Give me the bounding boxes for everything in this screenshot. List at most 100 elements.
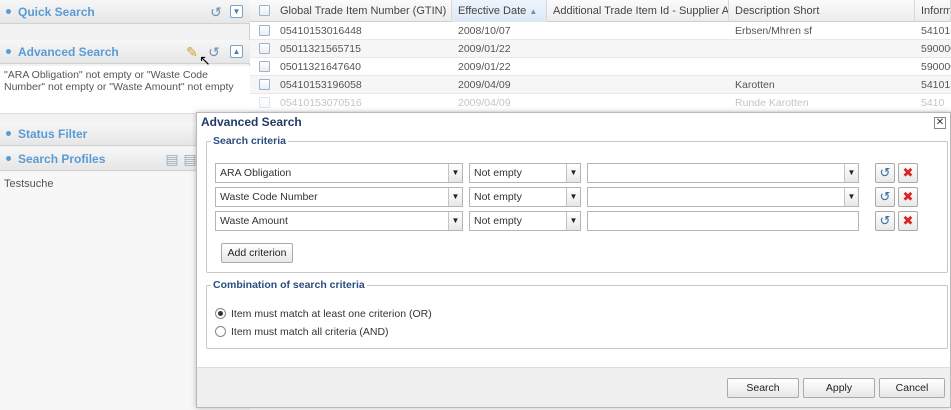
bullet-icon xyxy=(6,131,11,136)
criterion-row: Waste Code Number ▼ Not empty ▼ ▼ xyxy=(215,187,895,207)
radio-unselected[interactable] xyxy=(215,326,226,337)
row-checkbox[interactable] xyxy=(259,25,270,36)
selected-value: Not empty xyxy=(474,167,522,179)
cell-date: 2009/01/22 xyxy=(458,61,511,73)
table-row[interactable]: 05410153016448 2008/10/07 Erbsen/Mhren s… xyxy=(250,22,951,40)
table-row[interactable]: 05410153196058 2009/04/09 Karotten 54101… xyxy=(250,76,951,94)
apply-button[interactable]: Apply xyxy=(803,378,875,398)
criterion-operator-select[interactable]: Not empty ▼ xyxy=(469,187,581,207)
bullet-icon xyxy=(6,49,11,54)
chevron-down-icon: ▼ xyxy=(566,188,580,206)
chevron-down-icon: ▼ xyxy=(448,212,462,230)
cell-info: 5410 xyxy=(921,97,945,109)
delete-criterion-button[interactable]: ✖ xyxy=(898,187,918,207)
add-criterion-button[interactable]: Add criterion xyxy=(221,243,293,263)
close-icon[interactable]: ✕ xyxy=(934,117,946,129)
table-row[interactable]: 05011321565715 2009/01/22 590000 xyxy=(250,40,951,58)
collapse-toggle-icon[interactable]: ▲ xyxy=(230,45,243,58)
cell-date: 2008/10/07 xyxy=(458,25,511,37)
column-header-additional-id[interactable]: Additional Trade Item Id - Supplier A... xyxy=(547,0,729,22)
table-row[interactable]: 05011321647640 2009/01/22 590000 xyxy=(250,58,951,76)
cell-gtin: 05410153070516 xyxy=(280,97,362,109)
table-row[interactable]: 05410153070516 2009/04/09 Runde Karotten… xyxy=(250,94,951,112)
delete-criterion-button[interactable]: ✖ xyxy=(898,211,918,231)
search-criteria-group: Search criteria ARA Obligation ▼ Not empt… xyxy=(206,135,948,273)
reset-criterion-button[interactable]: ↺ xyxy=(875,211,895,231)
combination-group: Combination of search criteria Item must… xyxy=(206,279,948,349)
cell-date: 2009/04/09 xyxy=(458,97,511,109)
delete-x-icon: ✖ xyxy=(902,213,914,228)
criterion-field-select[interactable]: Waste Amount ▼ xyxy=(215,211,463,231)
row-checkbox[interactable] xyxy=(259,97,270,108)
chevron-down-icon: ▼ xyxy=(448,188,462,206)
chevron-down-icon: ▼ xyxy=(566,164,580,182)
bullet-icon xyxy=(6,9,11,14)
criterion-field-select[interactable]: ARA Obligation ▼ xyxy=(215,163,463,183)
dialog-footer: Search Apply Cancel xyxy=(197,367,950,407)
criterion-field-select[interactable]: Waste Code Number ▼ xyxy=(215,187,463,207)
cell-date: 2009/04/09 xyxy=(458,79,511,91)
row-checkbox[interactable] xyxy=(259,79,270,90)
radio-selected[interactable] xyxy=(215,308,226,319)
column-header-gtin[interactable]: Global Trade Item Number (GTIN) xyxy=(274,0,452,22)
chevron-down-icon: ▼ xyxy=(844,188,858,206)
cell-info: 590000 xyxy=(921,43,951,55)
column-header-information[interactable]: Informa xyxy=(915,0,951,22)
column-label: Effective Date xyxy=(458,5,527,17)
sort-ascending-icon: ▲ xyxy=(529,7,538,16)
reset-criterion-button[interactable]: ↺ xyxy=(875,163,895,183)
cell-description: Karotten xyxy=(735,79,775,91)
radio-label: Item must match at least one criterion (… xyxy=(231,308,432,320)
status-filter-title: Status Filter xyxy=(18,127,88,141)
delete-x-icon: ✖ xyxy=(902,165,914,180)
reset-icon: ↺ xyxy=(879,213,891,228)
cell-description: Erbsen/Mhren sf xyxy=(735,25,813,37)
quick-search-title: Quick Search xyxy=(18,5,95,19)
criterion-row: Waste Amount ▼ Not empty ▼ xyxy=(215,211,895,231)
row-checkbox[interactable] xyxy=(259,43,270,54)
search-criteria-legend: Search criteria xyxy=(213,135,286,147)
selected-value: Not empty xyxy=(474,191,522,203)
cell-gtin: 05410153196058 xyxy=(280,79,362,91)
collapse-toggle-icon[interactable]: ▼ xyxy=(230,5,243,18)
cell-description xyxy=(729,58,915,76)
radio-label: Item must match all criteria (AND) xyxy=(231,326,389,338)
column-header-effective-date[interactable]: Effective Date ▲ xyxy=(452,0,547,22)
edit-pencil-icon[interactable]: ✎ xyxy=(184,44,200,60)
column-header-description[interactable]: Description Short xyxy=(729,0,915,22)
selected-value: Waste Amount xyxy=(220,215,288,227)
reset-icon[interactable]: ↺ xyxy=(208,4,224,20)
selected-value: ARA Obligation xyxy=(220,167,292,179)
reset-icon: ↺ xyxy=(879,189,891,204)
cell-date: 2009/01/22 xyxy=(458,43,511,55)
reset-icon: ↺ xyxy=(879,165,891,180)
criterion-value-input[interactable] xyxy=(587,211,859,231)
cell-description xyxy=(729,40,915,58)
cell-info: 541015 xyxy=(921,25,951,37)
criterion-value-select[interactable]: ▼ xyxy=(587,163,859,183)
advanced-search-title: Advanced Search xyxy=(18,45,119,59)
save-icon[interactable]: ▤ xyxy=(164,151,180,167)
dialog-title: Advanced Search xyxy=(201,115,302,129)
advanced-search-summary: "ARA Obligation" not empty or "Waste Cod… xyxy=(0,66,250,114)
selected-value: Waste Code Number xyxy=(220,191,318,203)
search-button[interactable]: Search xyxy=(727,378,799,398)
chevron-down-icon: ▼ xyxy=(844,164,858,182)
criterion-operator-select[interactable]: Not empty ▼ xyxy=(469,163,581,183)
delete-criterion-button[interactable]: ✖ xyxy=(898,163,918,183)
mouse-cursor-icon: ↖ xyxy=(199,52,211,68)
search-profiles-title: Search Profiles xyxy=(18,152,106,166)
combination-legend: Combination of search criteria xyxy=(213,279,365,291)
cell-description: Runde Karotten xyxy=(735,97,809,109)
criterion-operator-select[interactable]: Not empty ▼ xyxy=(469,211,581,231)
select-all-checkbox[interactable] xyxy=(259,5,270,16)
advanced-search-header[interactable]: Advanced Search ✎ ↺ ▲ xyxy=(0,40,250,64)
row-checkbox[interactable] xyxy=(259,61,270,72)
criterion-value-select[interactable]: ▼ xyxy=(587,187,859,207)
cancel-button[interactable]: Cancel xyxy=(879,378,945,398)
criterion-row: ARA Obligation ▼ Not empty ▼ ▼ xyxy=(215,163,895,183)
reset-criterion-button[interactable]: ↺ xyxy=(875,187,895,207)
chevron-down-icon: ▼ xyxy=(566,212,580,230)
delete-x-icon: ✖ xyxy=(902,189,914,204)
quick-search-header[interactable]: Quick Search ↺ ▼ xyxy=(0,0,250,24)
